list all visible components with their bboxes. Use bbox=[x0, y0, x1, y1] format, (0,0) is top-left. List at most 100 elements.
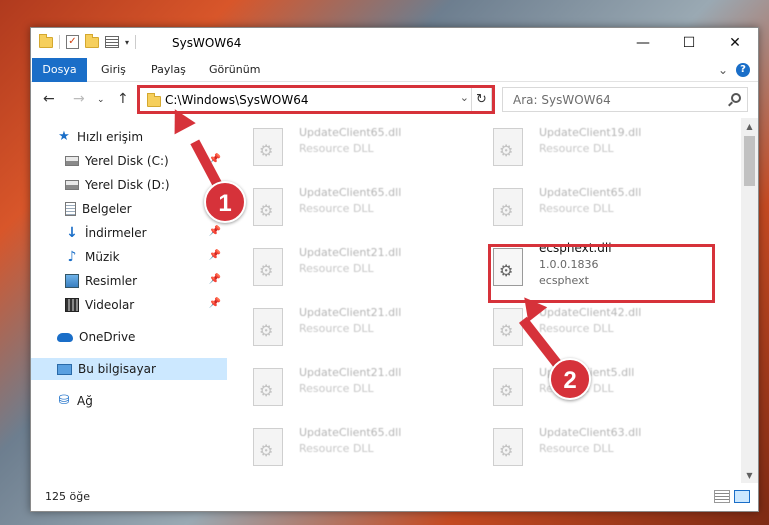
address-highlight-box bbox=[137, 85, 495, 114]
file-name: UpdateClient21.dll bbox=[299, 306, 402, 319]
scroll-down-arrow-icon[interactable]: ▼ bbox=[741, 467, 758, 484]
toolbar-divider bbox=[135, 35, 137, 49]
sidebar-item-onedrive[interactable]: OneDrive bbox=[31, 326, 227, 348]
sidebar-item-label: Hızlı erişim bbox=[77, 130, 144, 144]
sidebar-item-music[interactable]: ♪ Müzik 📌 bbox=[31, 246, 227, 268]
pin-icon[interactable]: 📌 bbox=[209, 298, 221, 309]
documents-icon bbox=[65, 202, 76, 216]
file-name: UpdateClient63.dll bbox=[539, 426, 642, 439]
new-folder-icon[interactable] bbox=[85, 33, 99, 48]
pictures-icon bbox=[65, 274, 79, 288]
sidebar-item-documents[interactable]: Belgeler 📌 bbox=[31, 198, 227, 220]
file-name: UpdateClient42.dll bbox=[539, 306, 642, 319]
callout-step-1: 1 bbox=[204, 181, 246, 223]
dll-file-icon bbox=[493, 428, 523, 466]
sidebar-item-this-pc[interactable]: Bu bilgisayar bbox=[31, 358, 227, 380]
expand-ribbon-chevron-icon[interactable]: ⌄ bbox=[718, 63, 728, 77]
pin-icon[interactable]: 📌 bbox=[209, 250, 221, 261]
maximize-button[interactable]: ☐ bbox=[666, 28, 712, 58]
up-arrow-icon[interactable]: ↑ bbox=[117, 91, 129, 107]
file-name: UpdateClient65.dll bbox=[539, 186, 642, 199]
forward-arrow-icon[interactable]: → bbox=[73, 91, 85, 107]
search-box[interactable]: Ara: SysWOW64 bbox=[502, 87, 748, 112]
status-bar: 125 öğe bbox=[31, 483, 758, 511]
explorer-window: ✓ ▾ SysWOW64 — ☐ ✕ Dosya Giriş Paylaş Gö… bbox=[30, 27, 759, 512]
downloads-icon: ↓ bbox=[66, 225, 78, 241]
file-item[interactable]: UpdateClient65.dll Resource DLL bbox=[231, 118, 461, 178]
file-item[interactable]: UpdateClient21.dll Resource DLL bbox=[231, 298, 461, 358]
pin-icon[interactable]: 📌 bbox=[209, 274, 221, 285]
file-name: UpdateClient21.dll bbox=[299, 366, 402, 379]
close-button[interactable]: ✕ bbox=[712, 28, 758, 58]
sidebar-item-network[interactable]: ⛁ Ağ bbox=[31, 390, 227, 412]
file-highlight-box bbox=[488, 244, 715, 303]
file-type: Resource DLL bbox=[299, 322, 374, 335]
file-type: Resource DLL bbox=[299, 142, 374, 155]
file-item[interactable]: UpdateClient19.dll Resource DLL bbox=[471, 118, 701, 178]
minimize-button[interactable]: — bbox=[620, 28, 666, 58]
sidebar-item-pictures[interactable]: Resimler 📌 bbox=[31, 270, 227, 292]
dll-file-icon bbox=[253, 428, 283, 466]
dll-file-icon bbox=[253, 308, 283, 346]
sidebar-item-label: Ağ bbox=[77, 394, 93, 408]
toolbar-divider bbox=[59, 35, 60, 49]
file-item[interactable]: UpdateClient21.dll Resource DLL bbox=[231, 358, 461, 418]
tab-share[interactable]: Paylaş bbox=[141, 58, 196, 82]
file-name: UpdateClient19.dll bbox=[539, 126, 642, 139]
sidebar-item-label: OneDrive bbox=[79, 330, 136, 344]
title-bar: ✓ ▾ SysWOW64 — ☐ ✕ bbox=[31, 28, 758, 58]
file-type: Resource DLL bbox=[299, 262, 374, 275]
vertical-scrollbar[interactable]: ▲ ▼ bbox=[741, 118, 758, 484]
back-arrow-icon[interactable]: ← bbox=[43, 91, 55, 107]
tab-view[interactable]: Görünüm bbox=[199, 58, 270, 82]
sidebar-item-label: İndirmeler bbox=[85, 226, 147, 240]
dll-file-icon bbox=[493, 188, 523, 226]
sidebar-item-label: Bu bilgisayar bbox=[78, 362, 156, 376]
sidebar-item-label: Yerel Disk (C:) bbox=[85, 154, 169, 168]
sidebar-item-local-disk-d[interactable]: Yerel Disk (D:) bbox=[31, 174, 227, 196]
tiles-view-icon[interactable] bbox=[734, 490, 750, 503]
file-item[interactable]: UpdateClient63.dll Resource DLL bbox=[471, 418, 701, 478]
file-name: UpdateClient21.dll bbox=[299, 246, 402, 259]
dll-file-icon bbox=[253, 188, 283, 226]
music-icon: ♪ bbox=[67, 249, 77, 265]
view-toggle bbox=[714, 490, 750, 503]
scroll-up-arrow-icon[interactable]: ▲ bbox=[741, 118, 758, 135]
network-icon: ⛁ bbox=[58, 393, 70, 408]
properties-check-icon[interactable]: ✓ bbox=[66, 35, 79, 49]
sidebar-item-downloads[interactable]: ↓ İndirmeler 📌 bbox=[31, 222, 227, 244]
details-view-icon[interactable] bbox=[714, 490, 730, 503]
file-item[interactable]: UpdateClient65.dll Resource DLL bbox=[471, 178, 701, 238]
search-input[interactable]: Ara: SysWOW64 bbox=[513, 93, 611, 107]
videos-icon bbox=[65, 298, 79, 312]
file-item[interactable]: UpdateClient65.dll Resource DLL bbox=[231, 418, 461, 478]
file-name: UpdateClient65.dll bbox=[299, 426, 402, 439]
properties-icon[interactable] bbox=[105, 36, 119, 48]
file-item[interactable]: UpdateClient65.dll Resource DLL bbox=[231, 178, 461, 238]
sidebar-item-label: Müzik bbox=[85, 250, 120, 264]
file-type: Resource DLL bbox=[539, 142, 614, 155]
file-type: Resource DLL bbox=[299, 202, 374, 215]
customize-toolbar-dropdown-icon[interactable]: ▾ bbox=[125, 38, 129, 47]
scrollbar-thumb[interactable] bbox=[744, 136, 755, 186]
file-name: UpdateClient65.dll bbox=[299, 186, 402, 199]
search-icon[interactable] bbox=[731, 93, 741, 103]
file-type: Resource DLL bbox=[539, 322, 614, 335]
recent-locations-chevron-icon[interactable]: ⌄ bbox=[97, 95, 105, 105]
dll-file-icon bbox=[493, 368, 523, 406]
item-count: 125 öğe bbox=[45, 490, 90, 503]
cloud-icon bbox=[57, 332, 73, 342]
ribbon-tabs: Dosya Giriş Paylaş Görünüm ⌄ ? bbox=[31, 58, 758, 82]
file-type: Resource DLL bbox=[539, 202, 614, 215]
navigation-pane: ★ Hızlı erişim Yerel Disk (C:) 📌 Yerel D… bbox=[31, 118, 231, 484]
pin-icon[interactable]: 📌 bbox=[209, 226, 221, 237]
tab-file[interactable]: Dosya bbox=[32, 58, 87, 82]
file-item[interactable]: UpdateClient42.dll Resource DLL bbox=[471, 298, 701, 358]
dll-file-icon bbox=[493, 308, 523, 346]
tab-home[interactable]: Giriş bbox=[91, 58, 136, 82]
callout-step-2: 2 bbox=[549, 358, 591, 400]
help-icon[interactable]: ? bbox=[736, 63, 750, 77]
file-item[interactable]: UpdateClient21.dll Resource DLL bbox=[231, 238, 461, 298]
sidebar-item-videos[interactable]: Videolar 📌 bbox=[31, 294, 227, 316]
disk-icon bbox=[65, 180, 79, 190]
